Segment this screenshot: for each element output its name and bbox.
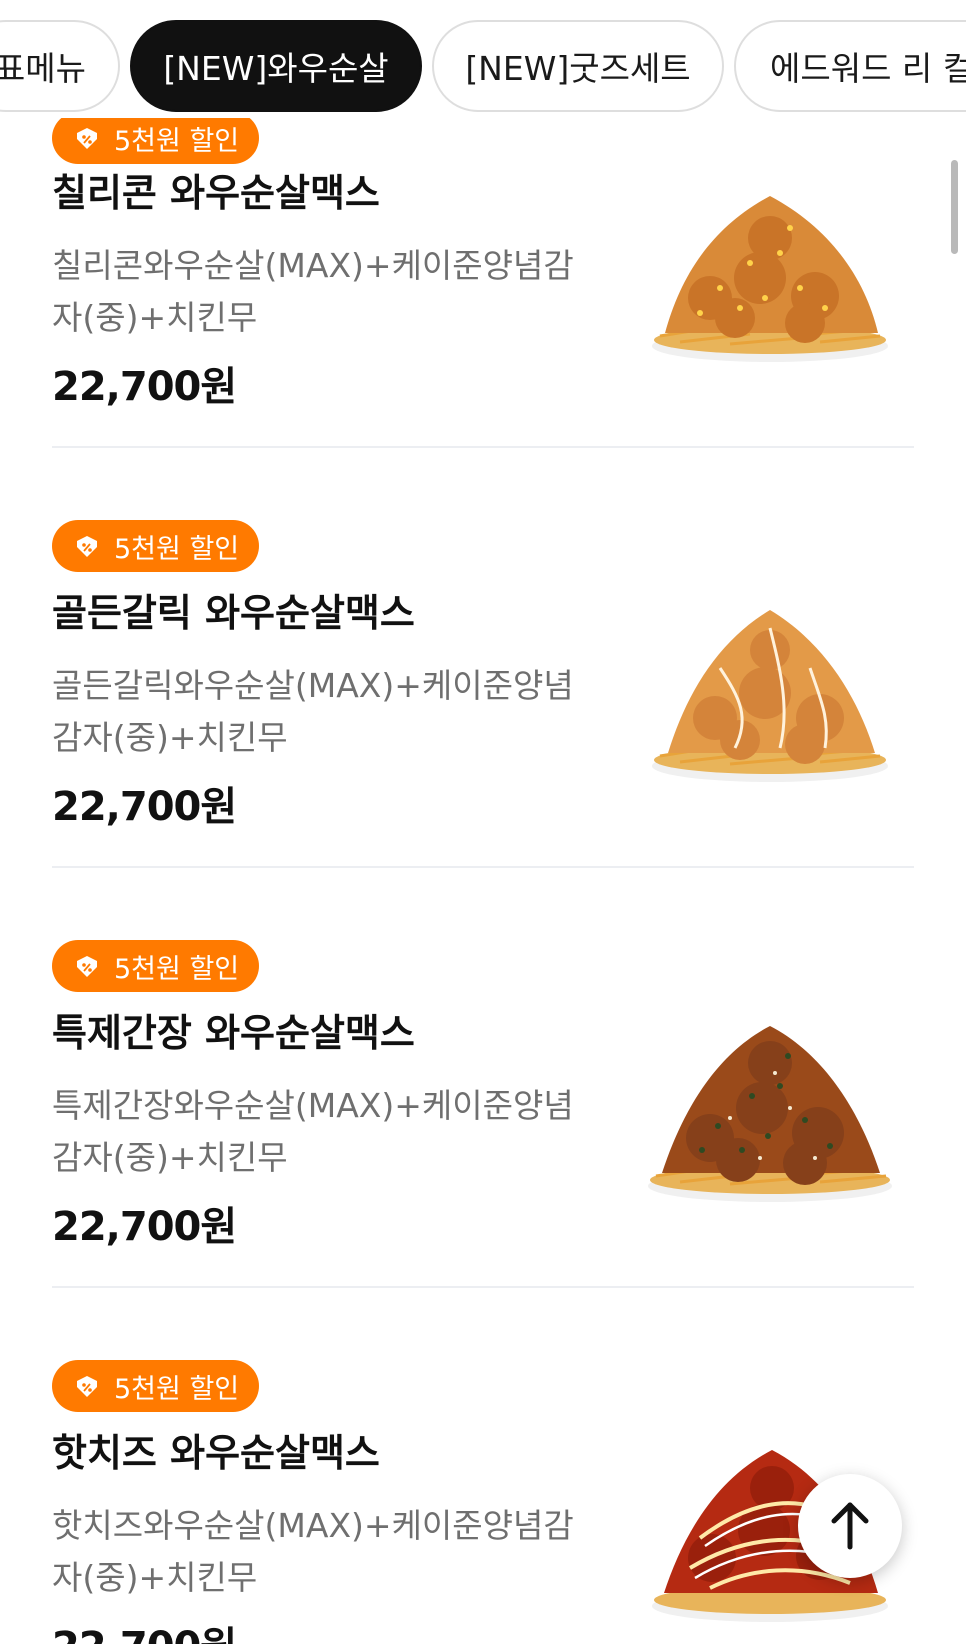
menu-item-description: 골든갈릭와우순살(MAX)+케이준양념감자(중)+치킨무 [52,666,574,757]
menu-item-price: 22,700원 [52,1614,237,1644]
arrow-up-icon [831,1502,869,1550]
discount-badge: 5천원 할인 [52,940,260,992]
menu-item-name: 골든갈릭 와우순살맥스 [52,591,415,635]
scrollbar-thumb[interactable] [951,160,958,254]
menu-item-name: 특제간장 와우순살맥스 [52,1011,415,1055]
menu-item-description: 핫치즈와우순살(MAX)+케이준양념감자(중)+치킨무 [52,1506,574,1597]
discount-badge-label: 5천원 할인 [114,1373,240,1405]
menu-item[interactable]: 5천원 할인 특제간장 와우순살맥스 특제간장와우순살(MAX)+케이준양념감자… [0,868,966,1288]
menu-item-description: 특제간장와우순살(MAX)+케이준양념감자(중)+치킨무 [52,1086,574,1177]
tab-representative-menu[interactable]: 표메뉴 [0,20,120,112]
discount-tag-icon [77,536,97,557]
discount-badge-label: 5천원 할인 [114,953,240,985]
menu-item-price: 22,700원 [52,1204,237,1250]
golden-garlic-chicken-image [652,610,888,782]
scroll-to-top-button[interactable] [798,1474,902,1578]
menu-item-price: 22,700원 [52,784,237,830]
soy-sauce-chicken-image [648,1026,892,1202]
tab-new-wow-boneless[interactable]: [NEW]와우순살 [130,20,422,112]
menu-item[interactable]: 5천원 할인 핫치즈 와우순살맥스 핫치즈와우순살(MAX)+케이준양념감자(중… [0,1288,966,1644]
tab-edward-lee-collab[interactable]: 에드워드 리 컬 [734,20,966,112]
discount-tag-icon [77,128,97,149]
discount-badge: 5천원 할인 [52,112,260,164]
menu-item-name: 칠리콘 와우순살맥스 [52,171,380,215]
discount-badge: 5천원 할인 [52,520,260,572]
discount-badge-label: 5천원 할인 [114,533,240,565]
discount-badge: 5천원 할인 [52,1360,260,1412]
discount-badge-label: 5천원 할인 [114,125,240,157]
tab-new-goods-set[interactable]: [NEW]굿즈세트 [432,20,724,112]
menu-list: 5천원 할인 칠리콘 와우순살맥스 칠리콘와우순살(MAX)+케이준양념감자(중… [0,0,966,1644]
chilicorn-chicken-image [652,196,888,362]
discount-tag-icon [77,1376,97,1397]
menu-item[interactable]: 5천원 할인 골든갈릭 와우순살맥스 골든갈릭와우순살(MAX)+케이준양념감자… [0,448,966,868]
menu-item-name: 핫치즈 와우순살맥스 [52,1431,380,1475]
discount-tag-icon [77,956,97,977]
menu-item-description: 칠리콘와우순살(MAX)+케이준양념감자(중)+치킨무 [52,246,574,337]
category-tab-bar: 표메뉴 [NEW]와우순살 [NEW]굿즈세트 에드워드 리 컬 [0,0,966,118]
menu-item-price: 22,700원 [52,364,237,410]
